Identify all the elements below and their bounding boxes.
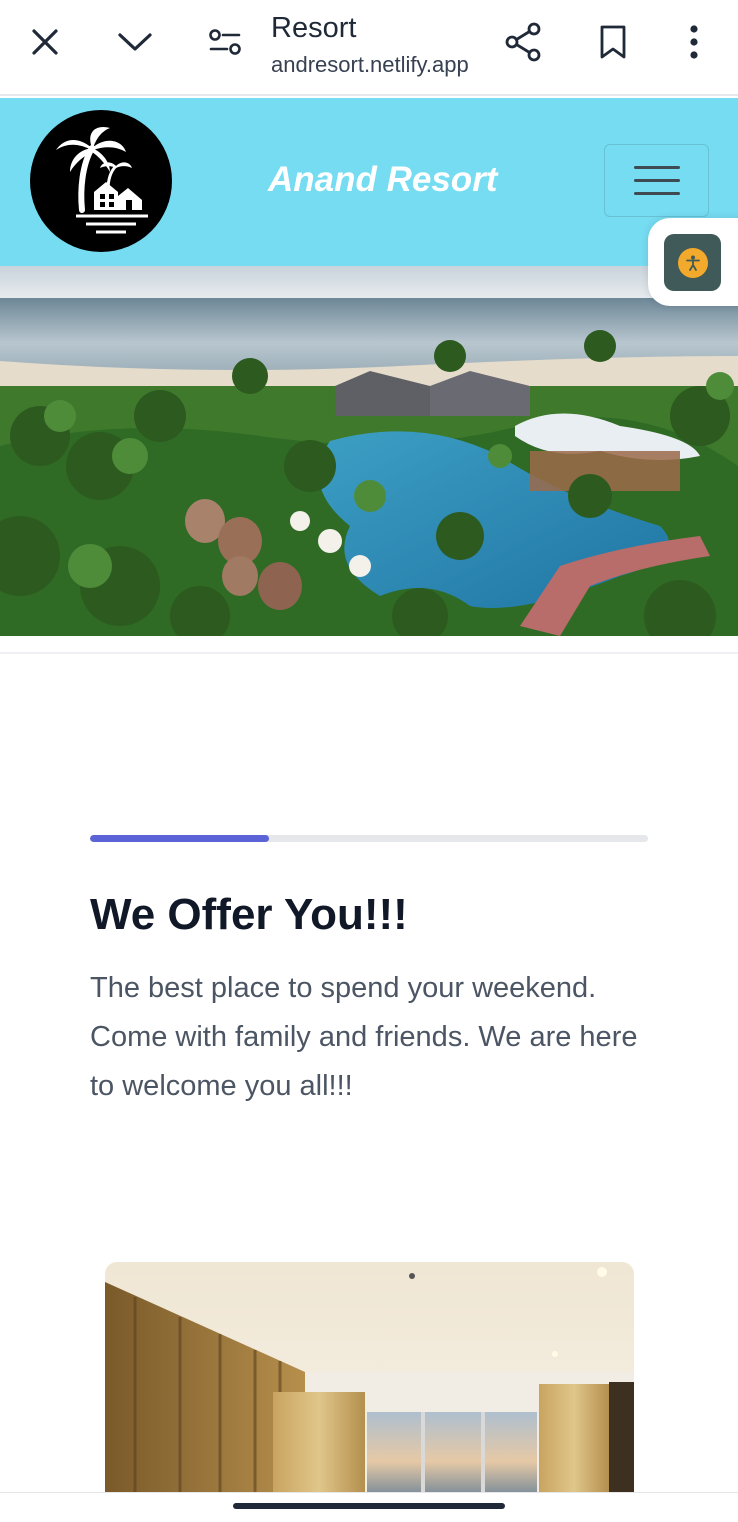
system-nav-bar [0, 1492, 738, 1522]
close-icon[interactable] [23, 20, 67, 64]
bookmark-icon[interactable] [591, 20, 635, 64]
accessibility-widget[interactable] [648, 218, 738, 306]
room-image [105, 1262, 634, 1494]
more-vert-icon[interactable] [672, 20, 716, 64]
accessibility-icon [677, 247, 708, 278]
hero-resort-image [0, 266, 738, 636]
accessibility-button[interactable] [664, 234, 721, 291]
url-text[interactable]: andresort.netlify.app [271, 52, 491, 78]
brand-name[interactable]: Anand Resort [268, 160, 497, 200]
offer-description: The best place to spend your weekend. Co… [90, 972, 638, 1102]
offer-heading: We Offer You!!! [90, 890, 408, 939]
gesture-handle[interactable] [233, 1503, 505, 1509]
share-icon[interactable] [501, 20, 545, 64]
hamburger-icon-bar [633, 192, 680, 195]
scroll-progress-bar [90, 835, 648, 842]
hamburger-icon-bar [633, 166, 680, 169]
browser-toolbar: Resort andresort.netlify.app [0, 0, 738, 96]
hamburger-icon-bar [633, 179, 680, 182]
menu-toggle-button[interactable] [604, 144, 709, 217]
page-title: Resort [271, 12, 357, 44]
progress-fill [90, 835, 269, 842]
chevron-down-icon[interactable] [113, 20, 157, 64]
section-divider [0, 652, 738, 654]
site-settings-icon[interactable] [203, 20, 247, 64]
resort-logo[interactable] [30, 110, 172, 252]
site-header: Anand Resort [0, 98, 738, 266]
